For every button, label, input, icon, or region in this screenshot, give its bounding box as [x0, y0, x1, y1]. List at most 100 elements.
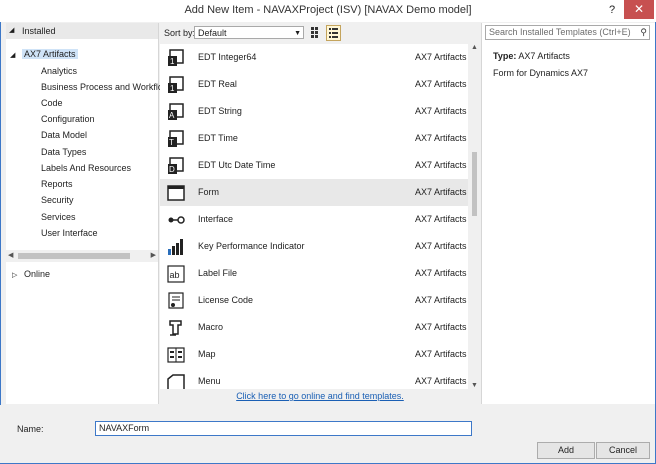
online-templates-link[interactable]: Click here to go online and find templat… [236, 391, 404, 401]
template-row[interactable]: Macro AX7 Artifacts [160, 314, 468, 341]
edt-time-icon: T [168, 130, 184, 147]
installed-label: Installed [22, 26, 56, 36]
template-row[interactable]: Menu AX7 Artifacts [160, 368, 468, 389]
tree-item-data-types[interactable]: Data Types [41, 145, 86, 160]
template-category: AX7 Artifacts [415, 52, 467, 62]
edt-utc-date-time-icon: D [168, 157, 184, 174]
list-view-icon[interactable] [326, 25, 341, 41]
template-name: EDT Utc Date Time [198, 160, 276, 170]
category-tree: ◢ Installed ◢ AX7 Artifacts Analytics Bus… [6, 23, 169, 404]
tree-item-data-model[interactable]: Data Model [41, 128, 87, 143]
edt-string-icon: A [168, 103, 184, 120]
interface-icon [168, 216, 185, 224]
tree-item-user-interface[interactable]: User Interface [41, 226, 98, 241]
window-title: Add New Item - NAVAXProject (ISV) [NAVAX… [184, 4, 472, 16]
tree-item-analytics[interactable]: Analytics [41, 64, 77, 79]
template-name: Macro [198, 322, 224, 332]
template-category: AX7 Artifacts [415, 214, 467, 224]
map-icon [167, 347, 185, 363]
template-category: AX7 Artifacts [415, 79, 467, 89]
template-row[interactable]: 1 EDT Real AX7 Artifacts [160, 71, 468, 98]
template-name: Form [198, 187, 219, 197]
title-bar: Add New Item - NAVAXProject (ISV) [NAVAX… [0, 0, 656, 23]
search-placeholder: Search Installed Templates (Ctrl+E) [489, 27, 631, 37]
template-row[interactable]: License Code AX7 Artifacts [160, 287, 468, 314]
template-category: AX7 Artifacts [415, 322, 467, 332]
vertical-scrollbar[interactable]: ▲ ▼ [469, 44, 480, 389]
name-label: Name: [17, 424, 44, 434]
sort-label: Sort by: [164, 28, 196, 38]
search-input[interactable]: Search Installed Templates (Ctrl+E) ⚲ [485, 25, 650, 40]
expanded-arrow-icon[interactable]: ◢ [10, 48, 22, 63]
type-value: AX7 Artifacts [518, 51, 570, 61]
template-list: 1 EDT Integer64 AX7 Artifacts 1 EDT Real… [160, 44, 468, 389]
label-file-icon: ab [167, 265, 185, 283]
template-name: Key Performance Indicator [198, 241, 305, 251]
search-icon[interactable]: ⚲ [640, 26, 647, 39]
template-row[interactable]: D EDT Utc Date Time AX7 Artifacts [160, 152, 468, 179]
chevron-down-icon: ▼ [294, 30, 301, 37]
template-category: AX7 Artifacts [415, 376, 467, 386]
template-category: AX7 Artifacts [415, 106, 467, 116]
template-name: EDT Real [198, 79, 237, 89]
scroll-down-icon[interactable]: ▼ [471, 382, 478, 389]
template-category: AX7 Artifacts [415, 133, 467, 143]
tree-item-ax7-artifacts[interactable]: ◢ AX7 Artifacts [10, 47, 78, 62]
svg-text:1: 1 [170, 57, 175, 66]
template-name: License Code [198, 295, 254, 305]
svg-text:A: A [169, 111, 175, 120]
license-code-icon [168, 292, 184, 309]
sort-value: Default [198, 28, 227, 38]
scrollbar-thumb[interactable] [18, 253, 130, 259]
template-row[interactable]: T EDT Time AX7 Artifacts [160, 125, 468, 152]
tree-item-services[interactable]: Services [41, 210, 76, 225]
collapse-arrow-icon[interactable]: ◢ [9, 23, 14, 39]
tree-item-configuration[interactable]: Configuration [41, 112, 95, 127]
template-row[interactable]: Interface AX7 Artifacts [160, 206, 468, 233]
template-description: Form for Dynamics AX7 [493, 68, 589, 78]
scroll-left-icon[interactable]: ◀ [8, 251, 13, 259]
template-row[interactable]: Map AX7 Artifacts [160, 341, 468, 368]
cancel-button[interactable]: Cancel [596, 442, 650, 459]
form-icon [167, 185, 185, 201]
scroll-up-icon[interactable]: ▲ [471, 44, 478, 51]
template-category: AX7 Artifacts [415, 187, 467, 197]
template-category: AX7 Artifacts [415, 268, 467, 278]
template-row[interactable]: A EDT String AX7 Artifacts [160, 98, 468, 125]
installed-header[interactable]: ◢ Installed [6, 23, 158, 39]
name-input[interactable]: NAVAXForm [95, 421, 472, 436]
collapsed-arrow-icon[interactable]: ▷ [12, 268, 24, 283]
tree-item-code[interactable]: Code [41, 96, 63, 111]
template-row[interactable]: ab Label File AX7 Artifacts [160, 260, 468, 287]
tree-item-online[interactable]: ▷ Online [12, 267, 50, 282]
horizontal-scrollbar[interactable]: ◀ ▶ [6, 250, 158, 262]
template-name: EDT String [198, 106, 242, 116]
type-label: Type: [493, 51, 517, 61]
scroll-right-icon[interactable]: ▶ [151, 251, 156, 259]
close-button[interactable]: ✕ [624, 0, 654, 19]
template-category: AX7 Artifacts [415, 241, 467, 251]
template-category: AX7 Artifacts [415, 295, 467, 305]
template-category: AX7 Artifacts [415, 349, 467, 359]
online-templates-link-area: Click here to go online and find templat… [160, 389, 480, 404]
tree-item-reports[interactable]: Reports [41, 177, 73, 192]
add-button[interactable]: Add [537, 442, 595, 459]
template-name: Interface [198, 214, 234, 224]
tree-item-business-process[interactable]: Business Process and Workflow [41, 80, 169, 95]
svg-text:1: 1 [170, 84, 175, 93]
template-row[interactable]: 1 EDT Integer64 AX7 Artifacts [160, 44, 468, 71]
template-name: Label File [198, 268, 238, 278]
help-button[interactable]: ? [602, 1, 622, 19]
svg-text:T: T [169, 138, 174, 147]
small-icons-view-icon[interactable] [310, 26, 323, 39]
tree-item-labels-resources[interactable]: Labels And Resources [41, 161, 131, 176]
kpi-icon [168, 239, 183, 255]
scrollbar-thumb[interactable] [472, 152, 477, 216]
sort-dropdown[interactable]: Default ▼ [194, 26, 304, 39]
macro-icon [169, 320, 182, 336]
tree-item-security[interactable]: Security [41, 193, 74, 208]
edt-integer-icon: 1 [168, 49, 184, 66]
template-row-selected[interactable]: Form AX7 Artifacts [160, 179, 468, 206]
template-name: Menu [198, 376, 221, 386]
template-row[interactable]: Key Performance Indicator AX7 Artifacts [160, 233, 468, 260]
